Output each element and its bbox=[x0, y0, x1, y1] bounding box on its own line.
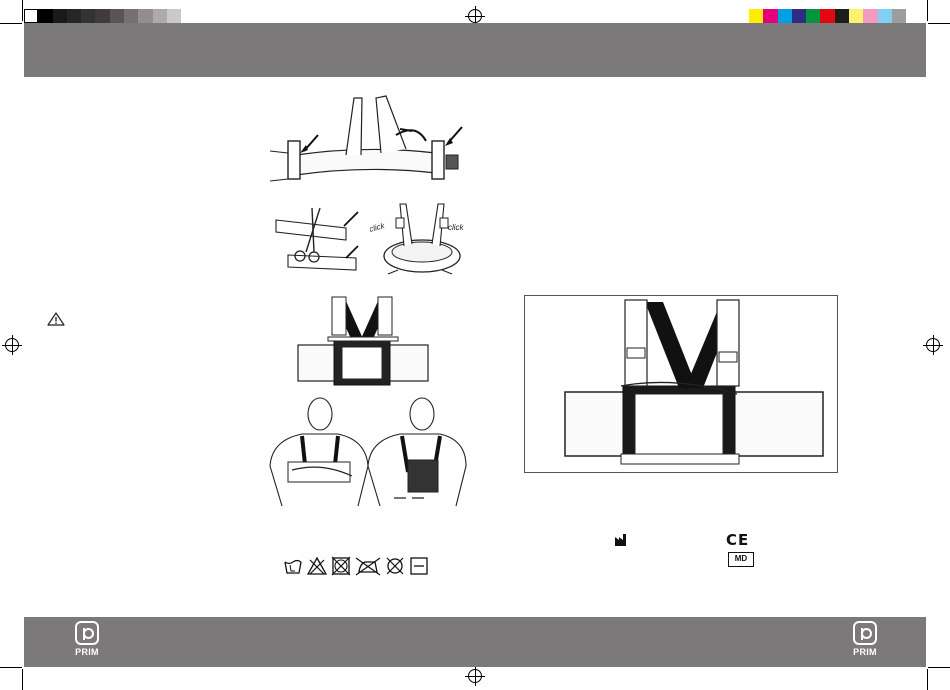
color-swatch bbox=[124, 9, 139, 23]
color-swatch bbox=[791, 9, 807, 23]
color-swatch bbox=[834, 9, 850, 23]
header-band bbox=[24, 23, 926, 77]
color-swatch bbox=[138, 9, 153, 23]
color-swatch bbox=[820, 9, 835, 23]
color-swatch bbox=[891, 9, 907, 23]
click-assembly: click click bbox=[370, 203, 465, 275]
prim-logo-mark bbox=[75, 621, 99, 645]
click-label: click bbox=[448, 223, 465, 232]
color-swatch bbox=[95, 9, 110, 23]
color-swatch bbox=[777, 9, 792, 23]
cutting-adjustment bbox=[275, 207, 359, 271]
no-dry-clean-icon bbox=[385, 556, 405, 576]
registration-mark bbox=[465, 6, 485, 26]
crop-mark bbox=[0, 23, 22, 24]
belt-with-shoulder-straps bbox=[269, 95, 463, 182]
crop-mark bbox=[927, 0, 928, 21]
assembled-brace-large bbox=[564, 299, 824, 465]
color-swatch bbox=[849, 9, 864, 23]
color-swatch bbox=[877, 9, 892, 23]
process-color-bar bbox=[749, 9, 907, 23]
crop-mark bbox=[927, 669, 928, 690]
registration-mark bbox=[923, 335, 943, 355]
prim-logo: PRIM bbox=[67, 617, 107, 663]
ce-mark: CE bbox=[726, 531, 750, 549]
no-tumble-dry-icon bbox=[331, 556, 351, 576]
color-swatch bbox=[38, 9, 53, 23]
color-swatch bbox=[66, 9, 82, 23]
click-label: click bbox=[370, 221, 387, 234]
warning-icon bbox=[47, 312, 65, 326]
wearing-brace bbox=[269, 397, 467, 507]
manufacturer-icon bbox=[615, 534, 626, 546]
crop-mark bbox=[0, 667, 22, 668]
crop-mark bbox=[928, 23, 950, 24]
prim-logo: PRIM bbox=[845, 617, 885, 663]
gray-color-bar bbox=[24, 9, 196, 23]
color-swatch bbox=[863, 9, 878, 23]
md-mark: MD bbox=[728, 552, 754, 567]
color-swatch bbox=[763, 9, 778, 23]
crop-mark bbox=[928, 667, 950, 668]
color-swatch bbox=[24, 9, 39, 23]
crop-mark bbox=[22, 0, 23, 21]
color-swatch bbox=[749, 9, 764, 23]
assembled-brace bbox=[297, 296, 429, 386]
color-swatch bbox=[806, 9, 821, 23]
color-swatch bbox=[81, 9, 96, 23]
color-swatch bbox=[166, 9, 182, 23]
no-bleach-icon bbox=[306, 556, 328, 576]
care-symbols bbox=[283, 556, 429, 576]
hand-wash-icon bbox=[283, 556, 303, 576]
flat-dry-icon bbox=[409, 556, 429, 576]
prim-logo-mark bbox=[853, 621, 877, 645]
crop-mark bbox=[22, 669, 23, 690]
prim-logo-text: PRIM bbox=[853, 647, 877, 657]
color-swatch bbox=[152, 9, 167, 23]
registration-mark bbox=[2, 335, 22, 355]
registration-mark bbox=[465, 666, 485, 686]
color-swatch bbox=[109, 9, 125, 23]
assembled-brace-framed bbox=[524, 295, 838, 473]
no-iron-icon bbox=[355, 556, 381, 576]
footer-band bbox=[24, 617, 926, 667]
color-swatch bbox=[181, 9, 196, 23]
prim-logo-text: PRIM bbox=[75, 647, 99, 657]
color-swatch bbox=[52, 9, 67, 23]
